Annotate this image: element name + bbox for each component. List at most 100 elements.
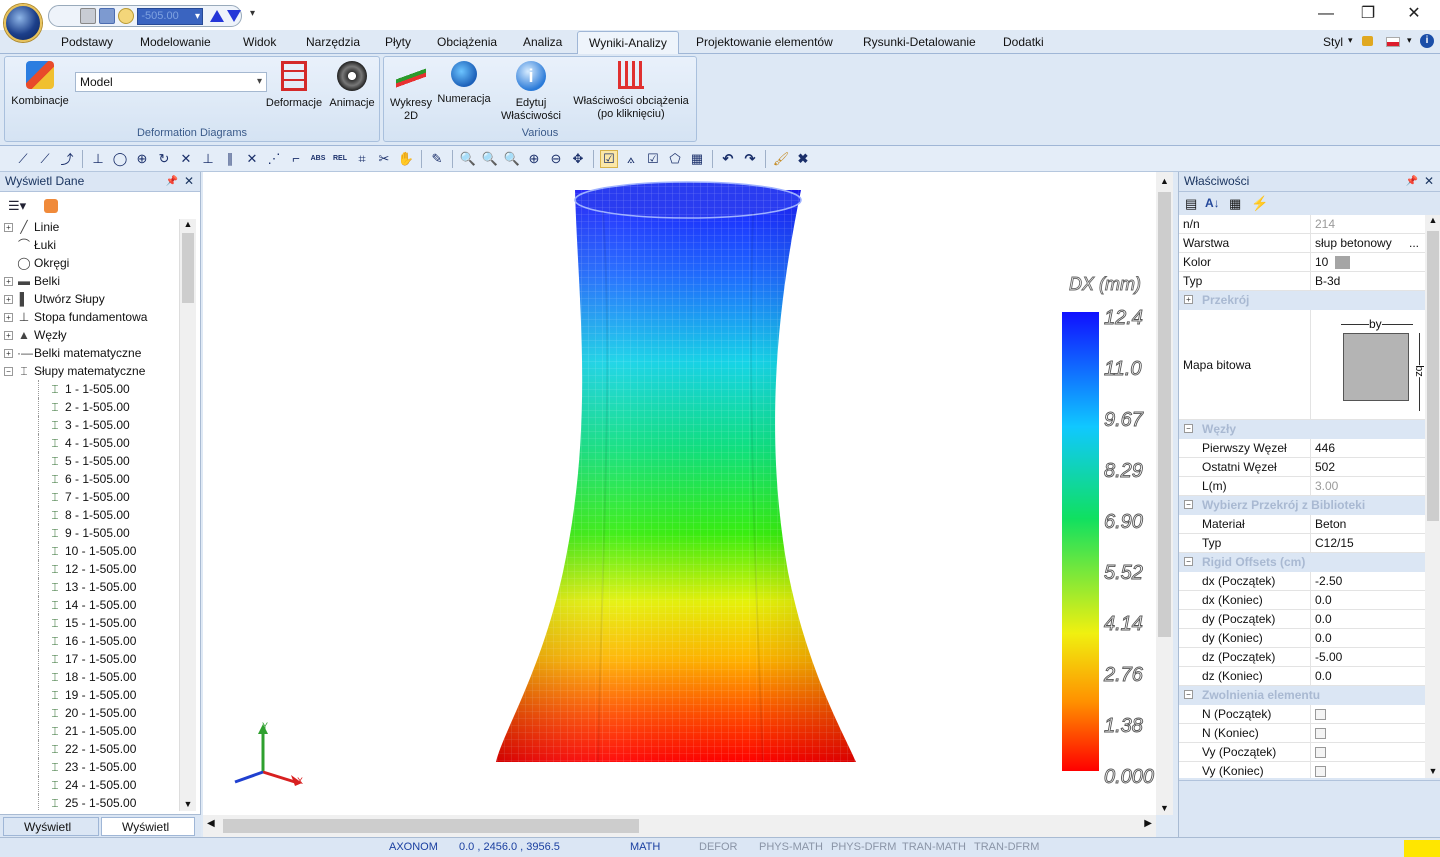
zoom-in-icon[interactable]: ⊕ bbox=[525, 150, 543, 168]
orthogonal-snap-icon[interactable]: ⌐ bbox=[287, 150, 305, 168]
zoom-previous-icon[interactable]: 🔍 bbox=[503, 150, 521, 168]
status-defor[interactable]: DEFOR bbox=[699, 838, 738, 857]
lock-icon[interactable] bbox=[1362, 36, 1373, 46]
circle-snap-icon[interactable]: ◯ bbox=[111, 150, 129, 168]
help-icon[interactable]: i bbox=[1420, 34, 1434, 48]
lightning-icon[interactable]: ⚡ bbox=[1251, 195, 1268, 212]
grid-icon[interactable]: ▦ bbox=[688, 150, 706, 168]
property-value[interactable]: 3.00 bbox=[1315, 477, 1338, 495]
property-checkbox[interactable] bbox=[1315, 709, 1326, 720]
style-dropdown-icon[interactable]: ▾ bbox=[1348, 35, 1353, 46]
print-icon[interactable] bbox=[80, 8, 97, 24]
tree-options-icon[interactable]: ☰▾ bbox=[8, 198, 26, 214]
property-row[interactable]: Pierwszy Węzeł 446 bbox=[1179, 439, 1425, 458]
scroll-up-icon[interactable]: ▲ bbox=[180, 219, 196, 233]
application-menu-button[interactable] bbox=[4, 4, 42, 42]
refresh-icon[interactable] bbox=[44, 199, 58, 213]
tree-child-item[interactable]: ⌶ 13 - 1-505.00 bbox=[4, 578, 178, 596]
tree-child-item[interactable]: ⌶ 9 - 1-505.00 bbox=[4, 524, 178, 542]
property-category[interactable]: − Wybierz Przekrój z Biblioteki bbox=[1179, 496, 1425, 515]
cut-icon[interactable]: ✂ bbox=[375, 150, 393, 168]
center-snap-icon[interactable]: ⊕ bbox=[133, 150, 151, 168]
tree-child-item[interactable]: ⌶ 20 - 1-505.00 bbox=[4, 704, 178, 722]
scroll-up-icon[interactable]: ▲ bbox=[1425, 215, 1440, 229]
tab-dodatki[interactable]: Dodatki bbox=[1003, 35, 1044, 49]
polyline-tool-icon[interactable]: ⟋ bbox=[36, 150, 54, 168]
tab-analiza[interactable]: Analiza bbox=[523, 35, 562, 49]
tree-child-item[interactable]: ⌶ 1 - 1-505.00 bbox=[4, 380, 178, 398]
scroll-up-icon[interactable]: ▲ bbox=[1156, 172, 1173, 188]
collapse-toggle-icon[interactable]: − bbox=[1184, 424, 1193, 433]
hand-icon[interactable]: ✋ bbox=[397, 150, 415, 168]
status-tran-math[interactable]: TRAN-MATH bbox=[902, 838, 966, 857]
status-phys-dfrm[interactable]: PHYS-DFRM bbox=[831, 838, 896, 857]
style-menu[interactable]: Styl bbox=[1323, 35, 1343, 49]
expand-toggle-icon[interactable]: + bbox=[4, 313, 13, 323]
check-icon[interactable]: ☑ bbox=[644, 150, 662, 168]
browse-button[interactable]: ... bbox=[1409, 234, 1419, 252]
pin-icon[interactable]: 📌 bbox=[166, 172, 178, 191]
polygon-icon[interactable]: ⬠ bbox=[666, 150, 684, 168]
collapse-toggle-icon[interactable]: + bbox=[1184, 295, 1193, 304]
pencil-icon[interactable]: ✎ bbox=[428, 150, 446, 168]
property-value[interactable]: B-3d bbox=[1315, 272, 1340, 290]
tree-child-item[interactable]: ⌶ 21 - 1-505.00 bbox=[4, 722, 178, 740]
tab-narzedzia[interactable]: Narzędzia bbox=[306, 35, 360, 49]
tree-child-item[interactable]: ⌶ 24 - 1-505.00 bbox=[4, 776, 178, 794]
property-checkbox[interactable] bbox=[1315, 747, 1326, 758]
scroll-thumb[interactable] bbox=[182, 233, 194, 303]
tree-child-item[interactable]: ⌶ 17 - 1-505.00 bbox=[4, 650, 178, 668]
tab-plyty[interactable]: Płyty bbox=[385, 35, 411, 49]
tree-item[interactable]: ⌒ Łuki bbox=[4, 236, 178, 254]
eye-icon[interactable] bbox=[118, 8, 135, 24]
expand-toggle-icon[interactable]: − bbox=[4, 367, 13, 377]
undo-icon[interactable]: ↶ bbox=[719, 150, 737, 168]
level-combo[interactable]: -505.00 bbox=[137, 7, 204, 25]
scroll-thumb[interactable] bbox=[1158, 192, 1171, 637]
rel-coordinates-icon[interactable]: REL bbox=[331, 150, 349, 168]
tree-child-item[interactable]: ⌶ 4 - 1-505.00 bbox=[4, 434, 178, 452]
tree-child-item[interactable]: ⌶ 22 - 1-505.00 bbox=[4, 740, 178, 758]
close-button[interactable]: ✕ bbox=[1404, 5, 1424, 23]
property-category[interactable]: − Zwolnienia elementu bbox=[1179, 686, 1425, 705]
zoom-icon[interactable]: 🔍 bbox=[459, 150, 477, 168]
tree-item[interactable]: + ▌ Utwórz Słupy bbox=[4, 290, 178, 308]
level-down-icon[interactable] bbox=[227, 10, 242, 22]
property-category[interactable]: − Węzły bbox=[1179, 420, 1425, 439]
scroll-left-icon[interactable]: ◀ bbox=[207, 818, 215, 829]
brush-icon[interactable]: 🖌 bbox=[772, 150, 790, 168]
collapse-toggle-icon[interactable]: − bbox=[1184, 500, 1193, 509]
model-viewport[interactable]: DX (mm) 12.4 11.0 9.67 8.29 6.90 5.52 4.14 2.76… bbox=[203, 172, 1156, 815]
tab-rysunki-detalowanie[interactable]: Rysunki-Detalowanie bbox=[863, 35, 976, 49]
viewport-horizontal-scrollbar[interactable]: ◀ ▶ bbox=[203, 815, 1156, 837]
property-row[interactable]: dz (Początek) -5.00 bbox=[1179, 648, 1425, 667]
tab-obciazenia[interactable]: Obciążenia bbox=[437, 35, 497, 49]
parallel-snap-icon[interactable]: ∥ bbox=[221, 150, 239, 168]
property-row[interactable]: Materiał Beton bbox=[1179, 515, 1425, 534]
property-row[interactable]: N (Początek) bbox=[1179, 705, 1425, 724]
expand-toggle-icon[interactable]: + bbox=[4, 295, 13, 305]
expand-toggle-icon[interactable]: + bbox=[4, 223, 13, 233]
delete-icon[interactable]: ✖ bbox=[794, 150, 812, 168]
restore-button[interactable]: ❐ bbox=[1358, 5, 1378, 23]
tree-child-item[interactable]: ⌶ 7 - 1-505.00 bbox=[4, 488, 178, 506]
tree-child-item[interactable]: ⌶ 12 - 1-505.00 bbox=[4, 560, 178, 578]
tab-modelowanie[interactable]: Modelowanie bbox=[140, 35, 211, 49]
tree-child-item[interactable]: ⌶ 18 - 1-505.00 bbox=[4, 668, 178, 686]
zoom-all-icon[interactable]: 🔍 bbox=[481, 150, 499, 168]
tree-child-item[interactable]: ⌶ 10 - 1-505.00 bbox=[4, 542, 178, 560]
property-value[interactable]: 0.0 bbox=[1315, 610, 1332, 628]
tree-item[interactable]: + ▬ Belki bbox=[4, 272, 178, 290]
property-value[interactable]: Beton bbox=[1315, 515, 1346, 533]
tree-item[interactable]: − ⌶ Słupy matematyczne bbox=[4, 362, 178, 380]
tab-wyniki-analizy[interactable]: Wyniki-Analizy bbox=[577, 31, 679, 55]
status-tran-dfrm[interactable]: TRAN-DFRM bbox=[974, 838, 1039, 857]
scroll-right-icon[interactable]: ▶ bbox=[1144, 818, 1152, 829]
categorized-icon[interactable]: ▤ bbox=[1185, 196, 1197, 212]
chart-icon[interactable]: ⟑ bbox=[622, 150, 640, 168]
model-combo[interactable]: Model bbox=[75, 72, 267, 92]
abs-coordinates-icon[interactable]: ABS bbox=[309, 150, 327, 168]
qat-customize-icon[interactable]: ▾ bbox=[250, 8, 255, 19]
tree-child-item[interactable]: ⌶ 6 - 1-505.00 bbox=[4, 470, 178, 488]
cross-snap-icon[interactable]: ✕ bbox=[243, 150, 261, 168]
